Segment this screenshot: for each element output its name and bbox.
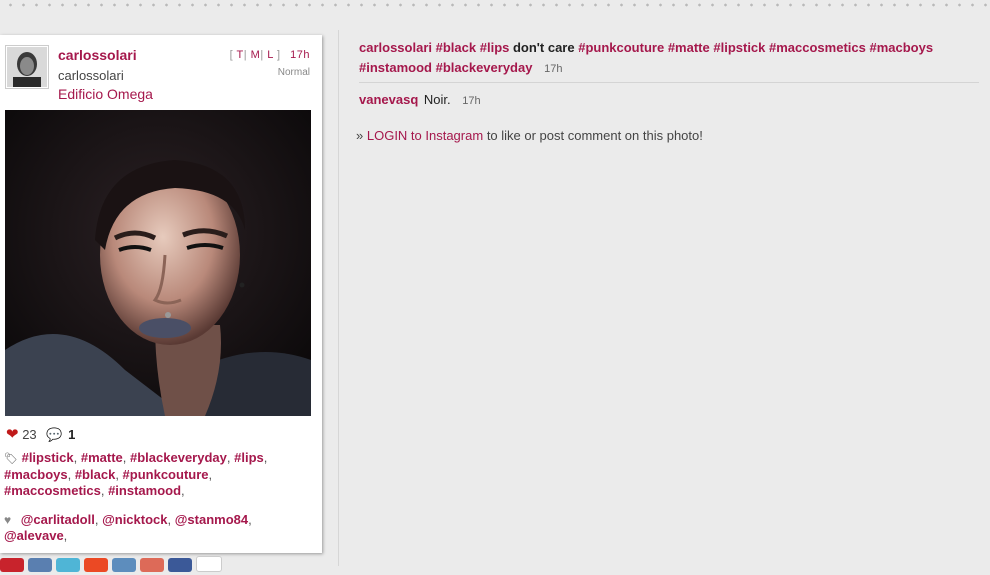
photo-card: carlossolari carlossolari Edificio Omega… bbox=[0, 35, 322, 553]
location-link[interactable]: Edificio Omega bbox=[58, 86, 153, 102]
tag-icon: 🏷 bbox=[4, 453, 18, 465]
tag-link[interactable]: #maccosmetics bbox=[4, 483, 101, 498]
tag-link[interactable]: #black bbox=[436, 40, 476, 55]
tag-link[interactable]: #instamood bbox=[108, 483, 181, 498]
tag-link[interactable]: #lipstick bbox=[713, 40, 765, 55]
selfie-photo bbox=[5, 110, 311, 416]
user-link[interactable]: @carlitadoll bbox=[21, 512, 95, 527]
comment-text: Noir. bbox=[423, 92, 451, 107]
tag-link[interactable]: #punkcouture bbox=[123, 467, 209, 482]
pinterest-share-icon[interactable] bbox=[0, 558, 24, 572]
stumbleupon-share-icon[interactable] bbox=[84, 558, 108, 572]
stats-row: ❤ 23 💬 1 bbox=[6, 425, 75, 443]
caption: carlossolari #black #lips don't care #pu… bbox=[359, 38, 979, 83]
full-name: carlossolari bbox=[58, 68, 124, 83]
tag-link[interactable]: #matte bbox=[81, 450, 123, 465]
tag-link[interactable]: #macboys bbox=[869, 40, 933, 55]
avatar[interactable] bbox=[5, 45, 49, 89]
tag-link[interactable]: #maccosmetics bbox=[769, 40, 866, 55]
size-m-link[interactable]: M bbox=[251, 49, 261, 61]
column-divider bbox=[338, 30, 339, 566]
tags-list: 🏷 #lipstick, #matte, #blackeveryday, #li… bbox=[4, 450, 268, 498]
top-dotted-border bbox=[0, 0, 990, 10]
comments-count: 1 bbox=[68, 427, 76, 442]
tag-link[interactable]: #lips bbox=[234, 450, 264, 465]
tag-link[interactable]: #blackeveryday bbox=[130, 450, 227, 465]
comment-time: 17h bbox=[462, 95, 481, 107]
size-l-link[interactable]: L bbox=[267, 49, 273, 61]
comment-username-link[interactable]: vanevasq bbox=[359, 92, 418, 107]
tag-link[interactable]: #instamood bbox=[359, 60, 432, 75]
share-bar bbox=[0, 556, 226, 572]
tag-link[interactable]: #blackeveryday bbox=[436, 60, 533, 75]
tag-link[interactable]: #lips bbox=[480, 40, 510, 55]
user-link[interactable]: @nicktock bbox=[102, 512, 167, 527]
caption-username-link[interactable]: carlossolari bbox=[359, 40, 432, 55]
login-suffix: to like or post comment on this photo! bbox=[486, 128, 703, 143]
likes-count: 23 bbox=[22, 427, 37, 442]
user-link[interactable]: @stanmo84 bbox=[175, 512, 248, 527]
facebook-share-icon[interactable] bbox=[168, 558, 192, 572]
heart-icon: ❤ bbox=[6, 426, 19, 443]
comments-panel: carlossolari #black #lips don't care #pu… bbox=[359, 38, 979, 107]
user-link[interactable]: @alevave bbox=[4, 528, 64, 543]
size-t-link[interactable]: T bbox=[236, 49, 243, 61]
caption-text: don't care bbox=[512, 40, 575, 55]
more-share-icon[interactable] bbox=[196, 556, 222, 572]
tag-link[interactable]: #matte bbox=[668, 40, 710, 55]
post-time: 17h bbox=[290, 49, 310, 61]
login-prompt: » LOGIN to Instagram to like or post com… bbox=[356, 128, 703, 143]
digg-share-icon[interactable] bbox=[28, 558, 52, 572]
raquo-icon: » bbox=[356, 128, 364, 143]
tag-link[interactable]: #black bbox=[75, 467, 115, 482]
tag-link[interactable]: #lipstick bbox=[22, 450, 74, 465]
username-link[interactable]: carlossolari bbox=[58, 47, 137, 63]
post-photo[interactable] bbox=[5, 110, 311, 416]
liked-by-list: ♥ @carlitadoll, @nicktock, @stanmo84, @a… bbox=[4, 512, 252, 543]
heart-outline-icon: ♥ bbox=[4, 513, 12, 527]
avatar-image bbox=[7, 47, 47, 87]
google-share-icon[interactable] bbox=[140, 558, 164, 572]
linkedin-share-icon[interactable] bbox=[112, 558, 136, 572]
login-link[interactable]: LOGIN to Instagram bbox=[367, 128, 483, 143]
size-links: [ T| M| L ] 17h bbox=[229, 49, 310, 61]
twitter-share-icon[interactable] bbox=[56, 558, 80, 572]
comment-icon: 💬 bbox=[46, 427, 63, 442]
caption-time: 17h bbox=[544, 63, 563, 75]
filter-label: Normal bbox=[277, 67, 310, 78]
comment-row: vanevasq Noir. 17h bbox=[359, 83, 979, 107]
tag-link[interactable]: #macboys bbox=[4, 467, 68, 482]
tag-link[interactable]: #punkcouture bbox=[578, 40, 664, 55]
